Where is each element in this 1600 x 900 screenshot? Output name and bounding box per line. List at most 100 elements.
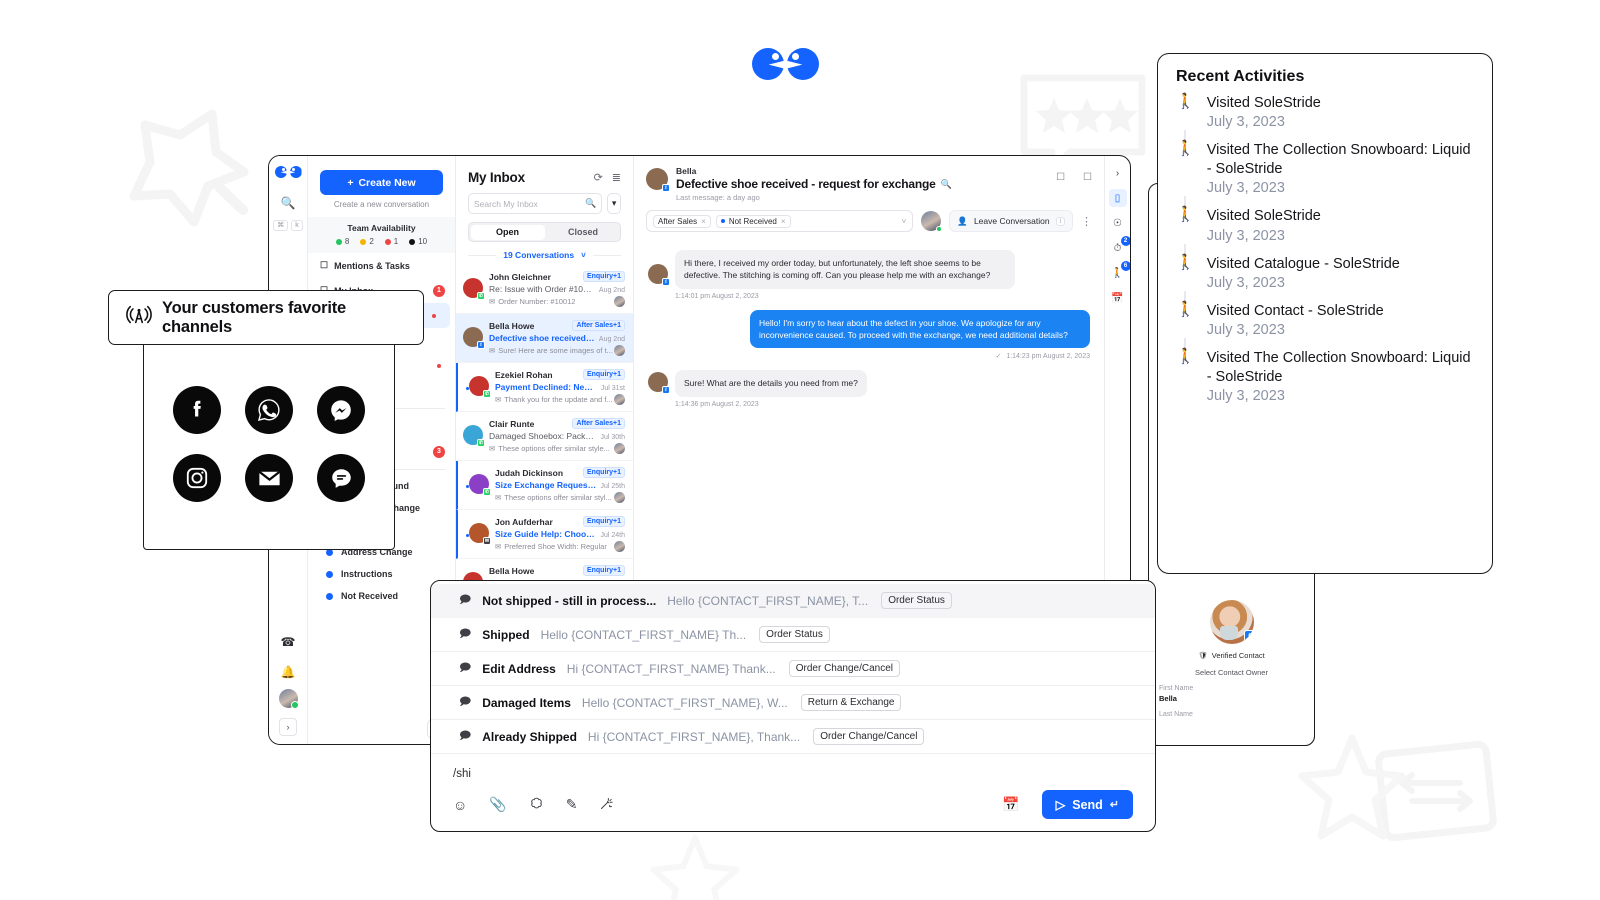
email-icon[interactable] bbox=[245, 454, 293, 502]
walking-person-icon: 🚶 bbox=[1176, 302, 1195, 338]
sidebar-item-mentions-tasks[interactable]: ☐ Mentions & Tasks bbox=[308, 253, 455, 278]
conversation-time: Jul 30th bbox=[600, 434, 625, 441]
phone-icon[interactable]: ☎ bbox=[275, 629, 301, 655]
assignee-avatar[interactable] bbox=[921, 211, 943, 232]
expand-sidebar-button[interactable]: › bbox=[279, 718, 297, 736]
availability-away: 2 bbox=[360, 237, 374, 246]
snippet-item[interactable]: 🗩 Damaged Items Hello {CONTACT_FIRST_NAM… bbox=[431, 686, 1155, 720]
search-icon[interactable]: 🔍 bbox=[275, 190, 301, 216]
create-new-button[interactable]: + Create New bbox=[320, 170, 443, 195]
ticket-icon[interactable]: ▯ bbox=[1108, 189, 1127, 207]
conversation-list-item[interactable]: ✆ John Gleichner Enquiry+1 Re: Issue wit… bbox=[456, 265, 633, 314]
chevron-down-icon: ˅ bbox=[581, 250, 586, 260]
conversation-list-item[interactable]: ✆ Ezekiel Rohan Enquiry+1 Payment Declin… bbox=[456, 363, 633, 412]
sms-chat-icon[interactable] bbox=[317, 454, 365, 502]
kbd-l: l bbox=[1055, 216, 1065, 226]
conversation-preview: ✉ Thank you for the update and f... bbox=[495, 395, 613, 404]
calendar-icon[interactable]: 📅 bbox=[1002, 796, 1019, 813]
activity-text: Visited SoleStride bbox=[1206, 208, 1321, 225]
select-contact-owner[interactable]: Select Contact Owner bbox=[1159, 668, 1304, 677]
first-name-value[interactable]: Bella bbox=[1159, 694, 1304, 703]
snippet-body: Hi {CONTACT_FIRST_NAME}, Thank... bbox=[587, 729, 801, 744]
sort-icon[interactable]: ≣ bbox=[612, 171, 621, 184]
tag-chip-after-sales[interactable]: After Sales × bbox=[653, 214, 711, 228]
archive-icon[interactable]: ☐ bbox=[1083, 172, 1092, 183]
calendar-icon[interactable]: 📅 bbox=[1109, 289, 1127, 307]
snippet-item[interactable]: 🗩 Not shipped - still in process... Hell… bbox=[431, 584, 1155, 618]
contact-avatar: f bbox=[646, 168, 670, 192]
bell-icon[interactable]: 🔔 bbox=[275, 659, 301, 685]
tab-open[interactable]: Open bbox=[470, 224, 545, 240]
snippet-body: Hi {CONTACT_FIRST_NAME} Thank... bbox=[566, 661, 776, 676]
tab-closed[interactable]: Closed bbox=[546, 223, 620, 241]
badge-count: 1 bbox=[433, 284, 445, 297]
search-icon: 🔍 bbox=[585, 198, 597, 208]
message-timestamp: ✓ 1:14:23 pm August 2, 2023 bbox=[995, 352, 1090, 361]
badge-count: 6 bbox=[1120, 261, 1130, 271]
inbox-status-tabs[interactable]: Open Closed bbox=[468, 222, 621, 242]
conversation-list-item[interactable]: ✆ Judah Dickinson Enquiry+1 Size Exchang… bbox=[456, 461, 633, 510]
assignee-avatar bbox=[614, 541, 625, 552]
snippet-list[interactable]: 🗩 Not shipped - still in process... Hell… bbox=[431, 581, 1155, 754]
availability-online: 8 bbox=[335, 237, 349, 246]
gorgias-logo[interactable] bbox=[274, 166, 302, 178]
composer-input[interactable]: /shi bbox=[453, 768, 1133, 790]
whatsapp-icon[interactable] bbox=[245, 386, 293, 434]
history-icon[interactable]: ⏱ 2 bbox=[1109, 236, 1130, 257]
conversation-name: Jon Aufderhar bbox=[495, 516, 553, 527]
conversation-name: Bella Howe bbox=[489, 320, 535, 331]
enter-key-icon: ↵ bbox=[1109, 799, 1119, 811]
message-bubble: Hi there, I received my order today, but… bbox=[675, 250, 1015, 289]
conversation-subject: Damaged Shoebox: Packa... bbox=[489, 431, 597, 441]
conversation-list-item[interactable]: ✆ Clair Runte After Sales+1 Damaged Shoe… bbox=[456, 412, 633, 461]
send-button[interactable]: ▷ Send ↵ bbox=[1041, 790, 1133, 819]
signature-icon[interactable]: ✎ bbox=[566, 796, 578, 813]
messenger-icon[interactable] bbox=[317, 386, 365, 434]
person-leave-icon: 👤 bbox=[957, 215, 968, 226]
user-avatar[interactable] bbox=[278, 689, 299, 709]
conversation-time: Aug 2nd bbox=[598, 287, 625, 294]
chevron-down-icon[interactable]: ˅ bbox=[902, 217, 907, 226]
search-box[interactable]: 🔍 bbox=[468, 193, 603, 214]
snippet-category: Return & Exchange bbox=[800, 694, 902, 711]
conversation-tags-select[interactable]: After Sales × Not Received × ˅ bbox=[646, 210, 914, 232]
conversation-list-item[interactable]: f Bella Howe After Sales+1 Defective sho… bbox=[456, 314, 633, 363]
pin-icon[interactable]: 🔍 bbox=[941, 179, 952, 190]
filter-icon[interactable]: ▾ bbox=[607, 193, 621, 214]
attachment-icon[interactable]: 📎 bbox=[489, 796, 506, 813]
close-icon[interactable]: × bbox=[781, 217, 786, 226]
more-vertical-icon[interactable]: ⋮ bbox=[1081, 215, 1092, 228]
emoji-icon[interactable]: ☺ bbox=[453, 797, 467, 813]
tag-chip-not-received[interactable]: Not Received × bbox=[715, 214, 791, 228]
snippet-icon: 🗩 bbox=[459, 696, 472, 708]
collapse-right-icon[interactable]: › bbox=[1109, 164, 1127, 182]
contact-icon[interactable]: ☉ bbox=[1109, 214, 1127, 232]
snippet-icon: 🗩 bbox=[459, 628, 472, 640]
conversation-list-item[interactable]: ✉ Jon Aufderhar Enquiry+1 Size Guide Hel… bbox=[456, 510, 633, 559]
refresh-icon[interactable]: ⟳ bbox=[594, 171, 603, 184]
magic-wand-icon[interactable] bbox=[599, 796, 614, 814]
snippet-item[interactable]: 🗩 Already Shipped Hi {CONTACT_FIRST_NAME… bbox=[431, 720, 1155, 754]
message-row-incoming: f Hi there, I received my order today, b… bbox=[648, 250, 1090, 300]
snippet-item[interactable]: 🗩 Edit Address Hi {CONTACT_FIRST_NAME} T… bbox=[431, 652, 1155, 686]
instagram-icon[interactable] bbox=[173, 454, 221, 502]
kbd-cmd: ⌘ bbox=[273, 220, 289, 231]
leave-conversation-button[interactable]: 👤 Leave Conversation l bbox=[949, 210, 1073, 232]
close-icon[interactable]: × bbox=[701, 217, 706, 226]
search-input[interactable] bbox=[474, 198, 585, 209]
snippet-title: Not shipped - still in process... bbox=[482, 593, 657, 608]
openai-icon[interactable] bbox=[529, 796, 544, 814]
last-name-label: Last Name bbox=[1159, 711, 1193, 718]
walking-person-icon: 🚶 bbox=[1176, 94, 1195, 131]
snippet-category: Order Status bbox=[759, 626, 830, 643]
conversation-time: Jul 31st bbox=[600, 385, 625, 392]
activity-walk-icon[interactable]: 🚶 6 bbox=[1109, 261, 1130, 282]
facebook-icon[interactable] bbox=[173, 386, 221, 434]
conversation-count[interactable]: 19 Conversations ˅ bbox=[456, 242, 633, 265]
contact-avatar: f bbox=[648, 264, 670, 286]
message-icon: ✉ bbox=[495, 395, 502, 404]
snippet-item[interactable]: 🗩 Shipped Hello {CONTACT_FIRST_NAME} Th.… bbox=[431, 618, 1155, 652]
activity-date: July 3, 2023 bbox=[1206, 227, 1285, 244]
whatsapp-badge-icon: ✆ bbox=[477, 292, 485, 300]
snooze-icon[interactable]: ☐ bbox=[1056, 172, 1065, 183]
